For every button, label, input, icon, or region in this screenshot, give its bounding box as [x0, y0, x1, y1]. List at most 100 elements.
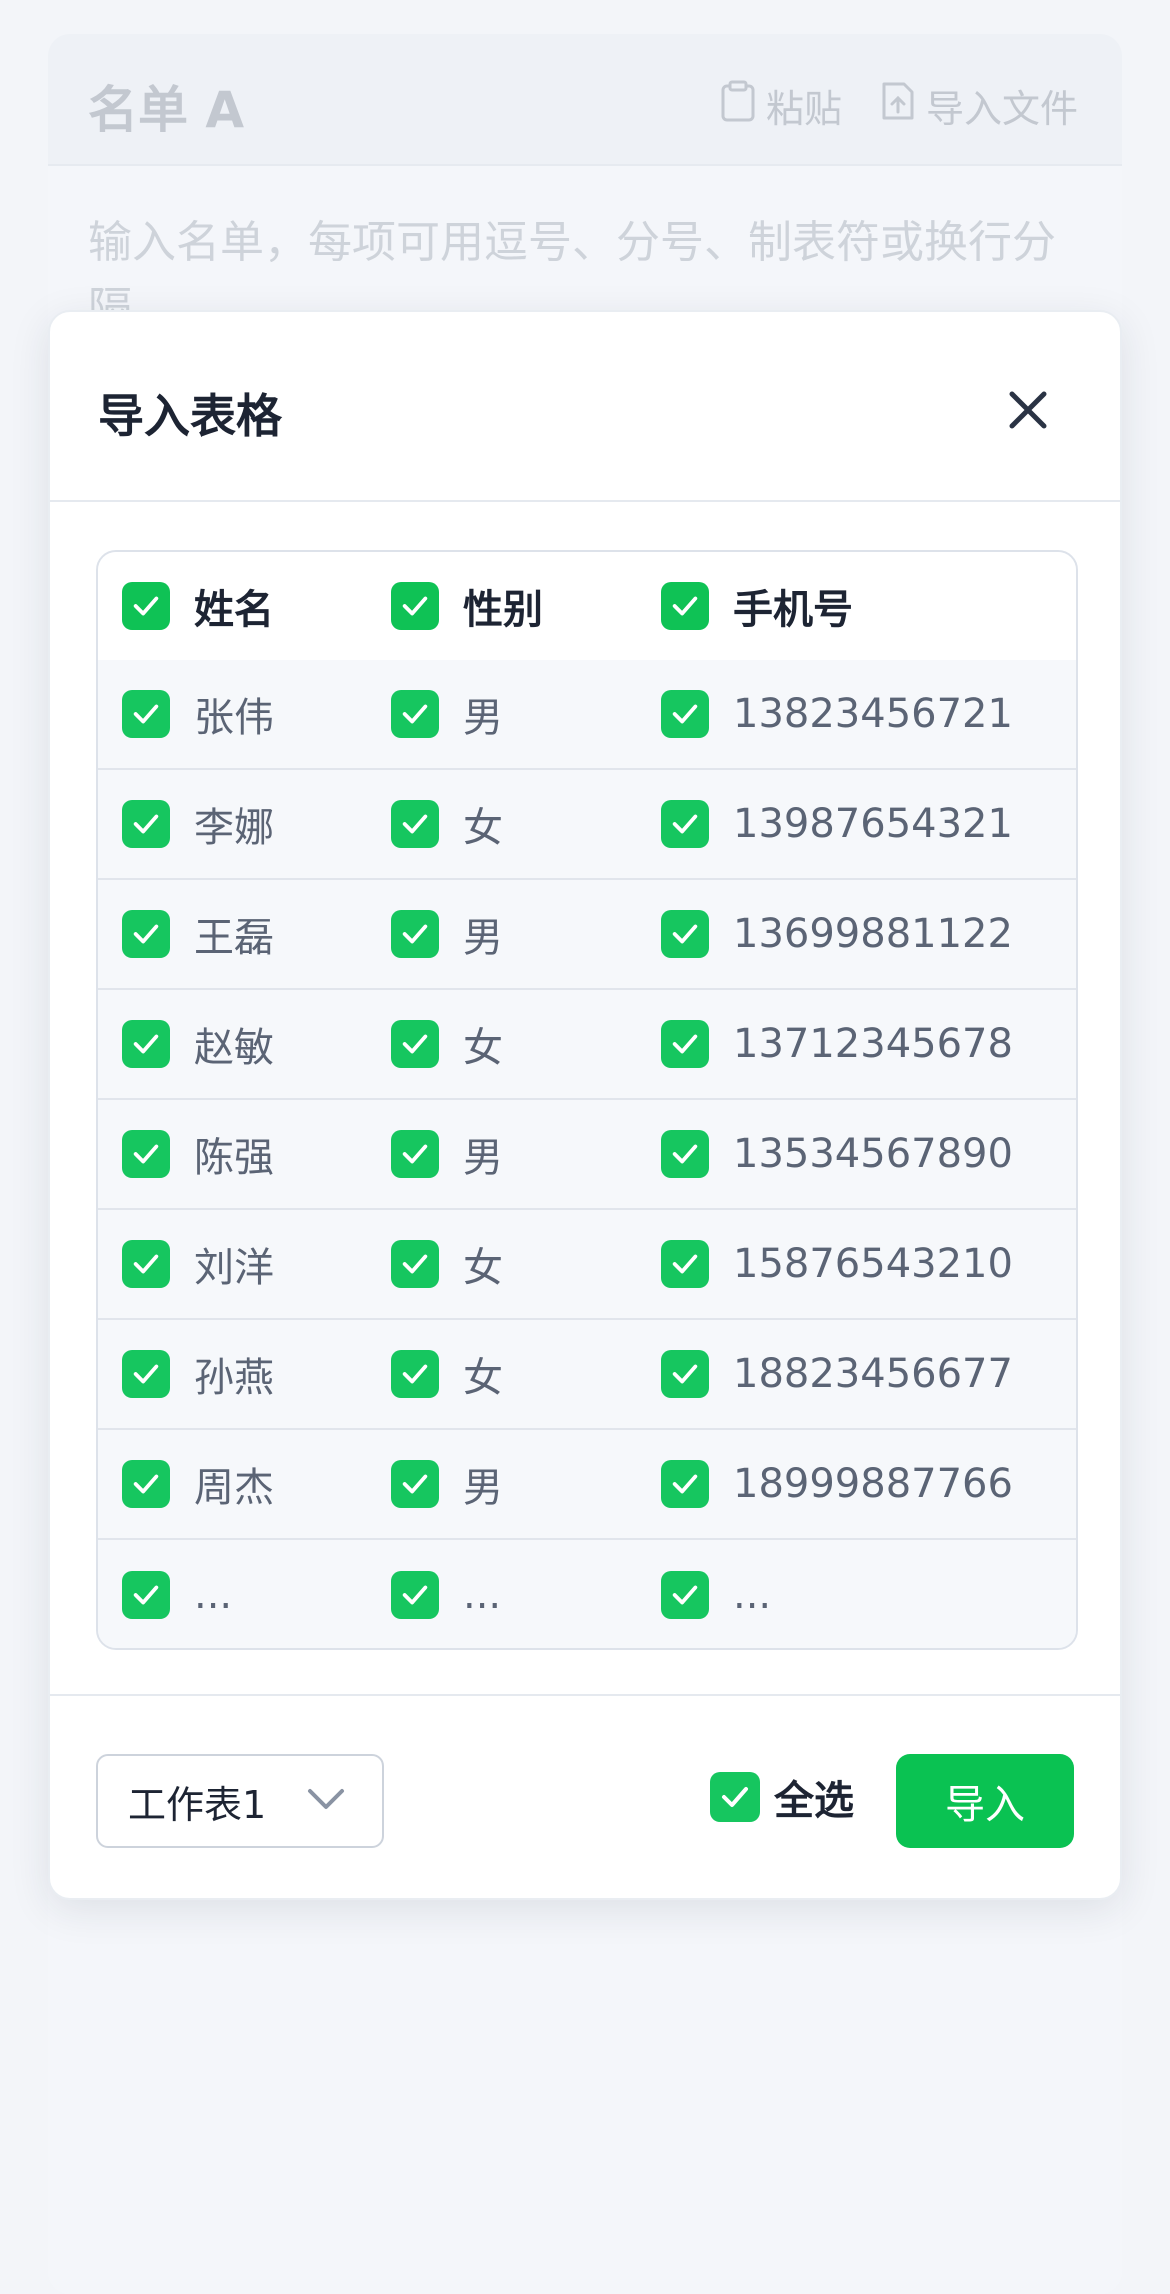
cell-checkbox[interactable] — [391, 1350, 439, 1398]
clipboard-icon — [720, 80, 766, 131]
dialog-header: 导入表格 — [50, 312, 1120, 502]
table-header-row: 姓名 性别 手机号 — [98, 552, 1076, 660]
cell-checkbox[interactable] — [122, 800, 170, 848]
column-header-label: 手机号 — [733, 587, 853, 633]
cell-value: ... — [463, 1572, 502, 1618]
table-cell-name: 孙燕 — [122, 1320, 274, 1428]
import-button[interactable]: 导入 — [896, 1754, 1074, 1848]
cell-value: 13823456721 — [733, 691, 1013, 737]
cell-checkbox[interactable] — [122, 910, 170, 958]
cell-checkbox[interactable] — [391, 1240, 439, 1288]
cell-checkbox[interactable] — [391, 1020, 439, 1068]
list-a-title: 名单 A — [88, 81, 245, 139]
cell-value: 孙燕 — [194, 1355, 274, 1401]
table-row: 刘洋 女 15876543210 — [98, 1210, 1076, 1320]
cell-value: 13987654321 — [733, 801, 1013, 847]
table-cell-phone: 13987654321 — [661, 770, 1013, 878]
cell-value: 男 — [463, 915, 503, 961]
cell-checkbox[interactable] — [391, 1460, 439, 1508]
table-cell-phone: 13712345678 — [661, 990, 1013, 1098]
import-table-dialog: 导入表格 姓名 性别 手机号 张伟男 13823456721 李娜女 13987654321… — [48, 310, 1122, 1900]
table-cell-gender: 女 — [391, 1210, 503, 1318]
cell-checkbox[interactable] — [661, 690, 709, 738]
table-cell-phone: 13534567890 — [661, 1100, 1013, 1208]
select-all-label: 全选 — [774, 1778, 854, 1824]
paste-button[interactable]: 粘贴 — [720, 78, 842, 133]
column-checkbox-phone[interactable] — [661, 582, 709, 630]
table-cell-phone: 13823456721 — [661, 660, 1013, 768]
file-upload-icon — [880, 80, 926, 131]
cell-checkbox[interactable] — [391, 1571, 439, 1619]
table-cell-phone: 18823456677 — [661, 1320, 1013, 1428]
sheet-select[interactable]: 工作表1 — [96, 1754, 384, 1848]
table-row: ......... — [98, 1540, 1076, 1648]
table-cell-gender: 女 — [391, 770, 503, 878]
table-cell-name: 李娜 — [122, 770, 274, 878]
cell-checkbox[interactable] — [122, 1240, 170, 1288]
close-button[interactable] — [1002, 384, 1054, 436]
cell-checkbox[interactable] — [661, 1240, 709, 1288]
table-cell-gender: 男 — [391, 1430, 503, 1538]
table-cell-name: 周杰 — [122, 1430, 274, 1538]
import-file-button[interactable]: 导入文件 — [880, 78, 1078, 133]
cell-checkbox[interactable] — [661, 1460, 709, 1508]
column-header-gender: 性别 — [391, 552, 543, 660]
cell-value: 男 — [463, 695, 503, 741]
cell-value: 周杰 — [194, 1465, 274, 1511]
cell-checkbox[interactable] — [122, 1130, 170, 1178]
import-preview-table: 姓名 性别 手机号 张伟男 13823456721 李娜女 13987654321 王磊男 13… — [96, 550, 1078, 1650]
table-row: 赵敏 女 13712345678 — [98, 990, 1076, 1100]
table-cell-name: 刘洋 — [122, 1210, 274, 1318]
cell-checkbox[interactable] — [122, 1020, 170, 1068]
cell-value: 女 — [463, 1025, 503, 1071]
cell-value: ... — [733, 1572, 772, 1618]
cell-value: 15876543210 — [733, 1241, 1013, 1287]
cell-checkbox[interactable] — [391, 910, 439, 958]
cell-checkbox[interactable] — [661, 910, 709, 958]
cell-checkbox[interactable] — [661, 800, 709, 848]
cell-checkbox[interactable] — [661, 1571, 709, 1619]
cell-value: 女 — [463, 1245, 503, 1291]
cell-value: 女 — [463, 805, 503, 851]
cell-checkbox[interactable] — [122, 1350, 170, 1398]
cell-value: 女 — [463, 1355, 503, 1401]
cell-value: 18999887766 — [733, 1461, 1013, 1507]
column-checkbox-name[interactable] — [122, 582, 170, 630]
table-cell-name: 张伟 — [122, 660, 274, 768]
cell-value: 张伟 — [194, 695, 274, 741]
cell-value: 13699881122 — [733, 911, 1013, 957]
close-icon — [1002, 391, 1054, 440]
select-all-checkbox[interactable] — [710, 1772, 760, 1822]
cell-value: ... — [194, 1572, 233, 1618]
cell-value: 王磊 — [194, 915, 274, 961]
cell-value: 赵敏 — [194, 1025, 274, 1071]
column-checkbox-gender[interactable] — [391, 582, 439, 630]
cell-checkbox[interactable] — [122, 1460, 170, 1508]
list-a-header: 名单 A 粘贴 导入文件 — [48, 34, 1122, 166]
select-all-toggle[interactable]: 全选 — [710, 1768, 854, 1826]
table-cell-name: ... — [122, 1540, 233, 1648]
column-header-label: 姓名 — [194, 587, 274, 633]
sheet-select-value: 工作表1 — [128, 1782, 267, 1827]
dialog-title: 导入表格 — [98, 389, 282, 443]
import-file-label: 导入文件 — [926, 87, 1079, 131]
cell-checkbox[interactable] — [391, 690, 439, 738]
table-cell-gender: 男 — [391, 880, 503, 988]
cell-checkbox[interactable] — [661, 1020, 709, 1068]
cell-checkbox[interactable] — [391, 1130, 439, 1178]
cell-checkbox[interactable] — [661, 1130, 709, 1178]
column-header-label: 性别 — [463, 587, 543, 633]
chevron-down-icon — [306, 1786, 346, 1816]
table-row: 李娜 女 13987654321 — [98, 770, 1076, 880]
cell-value: 刘洋 — [194, 1245, 274, 1291]
cell-checkbox[interactable] — [661, 1350, 709, 1398]
cell-checkbox[interactable] — [122, 690, 170, 738]
table-row: 陈强 男 13534567890 — [98, 1100, 1076, 1210]
column-header-phone: 手机号 — [661, 552, 853, 660]
cell-checkbox[interactable] — [391, 800, 439, 848]
cell-value: 13534567890 — [733, 1131, 1013, 1177]
table-row: 周杰 男 18999887766 — [98, 1430, 1076, 1540]
table-cell-phone: 15876543210 — [661, 1210, 1013, 1318]
cell-value: 13712345678 — [733, 1021, 1013, 1067]
cell-checkbox[interactable] — [122, 1571, 170, 1619]
